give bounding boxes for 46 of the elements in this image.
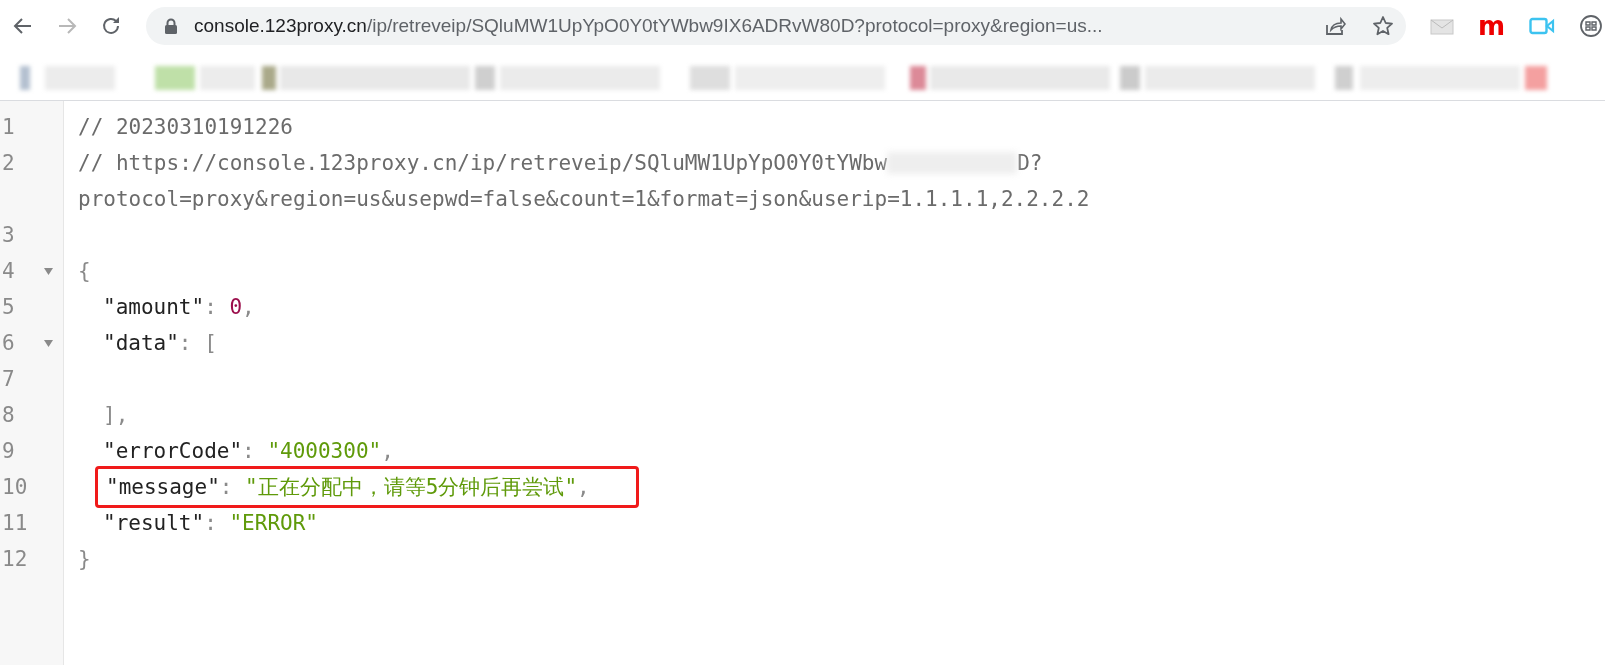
code-punctuation: {	[78, 259, 91, 283]
code-punctuation: ],	[103, 403, 129, 427]
caret-icon	[44, 267, 53, 275]
code-punctuation: :	[204, 295, 218, 319]
star-icon[interactable]	[1372, 15, 1394, 37]
line-number: 1	[1, 114, 16, 141]
address-bar[interactable]: console.123proxy.cn/ip/retreveip/SQluMW1UpYpO0Y0tYWbw9IX6ADRvW80D?protocol=proxy&region=us...	[146, 7, 1406, 45]
line-number: 4	[1, 258, 16, 285]
code-punctuation: :	[204, 511, 218, 535]
code-comment: // 20230310191226	[78, 115, 293, 139]
line-number: 12	[1, 546, 29, 573]
caret-icon	[44, 339, 53, 347]
code-punctuation: }	[78, 547, 91, 571]
code-punctuation: :	[242, 439, 256, 463]
line-number: 3	[1, 222, 16, 249]
code-punctuation: ,	[242, 295, 255, 319]
line-number: 8	[1, 402, 16, 429]
line-number: 11	[1, 510, 29, 537]
line-number: 6	[1, 330, 16, 357]
extension-logo[interactable]: m	[1478, 13, 1506, 39]
json-string: "正在分配中，请等5分钟后再尝试"	[245, 474, 578, 501]
share-icon[interactable]	[1324, 15, 1346, 37]
code-punctuation: ,	[577, 475, 590, 499]
reload-icon[interactable]	[100, 15, 122, 37]
json-string: "ERROR"	[229, 511, 318, 535]
json-key: "errorCode"	[103, 439, 243, 463]
code-punctuation: ,	[381, 439, 394, 463]
json-string: "4000300"	[267, 439, 382, 463]
line-number: 2	[1, 150, 16, 177]
url-text: console.123proxy.cn/ip/retreveip/SQluMW1UpYpO0Y0tYWbw9IX6ADRvW80D?protocol=proxy&region=us...	[194, 15, 1104, 37]
code-comment: // https://console.123proxy.cn/ip/retreveip/SQluMW1UpYpO0Y0tYWbw	[78, 151, 888, 175]
json-key: "message"	[106, 475, 220, 499]
line-number: 7	[1, 366, 16, 393]
json-key: "data"	[103, 331, 179, 355]
code-punctuation: :	[219, 475, 234, 499]
json-key: "result"	[103, 511, 205, 535]
code-punctuation: : [	[178, 331, 217, 355]
line-number: 9	[1, 438, 16, 465]
line-number: 10	[1, 474, 29, 501]
extension-icon[interactable]	[1579, 14, 1604, 38]
code-comment: protocol=proxy&region=us&usepwd=false&count=1&format=json&userip=1.1.1.1,2.2.2.2	[78, 187, 1090, 211]
code-comment: D?	[1017, 151, 1043, 175]
json-number: 0	[229, 295, 243, 319]
line-number: 5	[1, 294, 16, 321]
json-key: "amount"	[103, 295, 205, 319]
lock-icon	[164, 18, 178, 34]
